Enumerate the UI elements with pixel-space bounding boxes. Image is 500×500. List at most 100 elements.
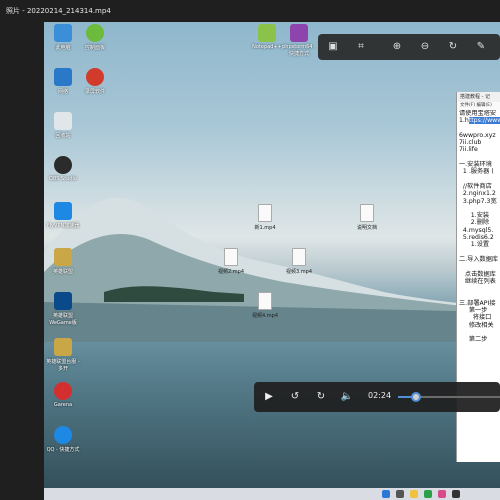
- desktop-icon-qq[interactable]: QQ - 快捷方式: [46, 426, 80, 453]
- play-icon[interactable]: ▶: [262, 390, 276, 404]
- crop-icon[interactable]: ⌗: [354, 40, 368, 54]
- vpn-icon: [54, 202, 72, 220]
- desktop-icon-lol[interactable]: 英雄联盟: [46, 248, 80, 275]
- file-label: 说明文档: [356, 225, 377, 231]
- file-video-1[interactable]: 新1.mp4: [248, 204, 282, 231]
- lol-tw-icon: [54, 338, 72, 356]
- desktop-icon-network[interactable]: 网络: [46, 68, 80, 95]
- file-label: 视频3.mp4: [286, 269, 312, 275]
- desktop-icon-label: phpstorm64 - 快捷方式: [282, 44, 316, 57]
- lol-icon: [54, 248, 72, 266]
- file-label: 新1.mp4: [254, 225, 276, 231]
- zoom-out-icon[interactable]: ⊖: [418, 40, 432, 54]
- window-title: 照片 - 20220214_214314.mp4: [0, 0, 500, 22]
- seek-bar[interactable]: [398, 392, 500, 402]
- desktop-icon-label: OBS Studio: [49, 176, 77, 182]
- notepad-line: [459, 249, 500, 256]
- document-icon: [292, 248, 306, 266]
- notepad-line: [459, 292, 500, 299]
- desktop-icon-label: Notepad++: [252, 44, 282, 50]
- document-icon: [258, 292, 272, 310]
- notepad-line: [459, 154, 500, 161]
- notepad-line-text: 1.h: [459, 117, 469, 125]
- control-panel-icon: [86, 24, 104, 42]
- rewind-icon[interactable]: ↺: [288, 390, 302, 404]
- notepad-plus-icon: [258, 24, 276, 42]
- notepad-line: 第二步: [459, 336, 488, 344]
- desktop-icon-phpstorm[interactable]: phpstorm64 - 快捷方式: [282, 24, 316, 57]
- media-player-window: 照片 - 20220214_214314.mp4 此电脑 控制面板 网络 录屏软…: [0, 0, 500, 500]
- notepad-line: 2.nginx1.2: [459, 190, 496, 198]
- desktop-icon-recycle-bin[interactable]: 回收站: [46, 112, 80, 139]
- document-icon: [360, 204, 374, 222]
- file-readme[interactable]: 说明文档: [350, 204, 384, 231]
- notepad-line: 1 .服务器 (: [459, 168, 494, 176]
- desktop-icon-label: 此电脑: [55, 45, 71, 51]
- desktop-icon-label: 网络: [57, 89, 68, 95]
- desktop-icon-notepad-plus[interactable]: Notepad++: [250, 24, 284, 50]
- file-video-4[interactable]: 视频4.mp4: [248, 292, 282, 319]
- desktop-icon-obs[interactable]: OBS Studio: [46, 156, 80, 182]
- photos-icon[interactable]: [438, 490, 446, 498]
- windows-start-icon[interactable]: [382, 490, 390, 498]
- file-video-3[interactable]: 视频3.mp4: [282, 248, 316, 275]
- lol-wegame-icon: [54, 292, 72, 310]
- file-video-2[interactable]: 视频2.mp4: [214, 248, 248, 275]
- notepad-line: 4.mysql5.: [459, 226, 494, 234]
- desktop-icon-record[interactable]: 录屏软件: [78, 68, 112, 95]
- obs-icon: [54, 156, 72, 174]
- selected-text: ttps://www: [468, 117, 500, 125]
- record-icon: [86, 68, 104, 86]
- zoom-in-icon[interactable]: ⊕: [390, 40, 404, 54]
- notepad-line: 二.导入数据库: [459, 255, 499, 263]
- video-frame[interactable]: 此电脑 控制面板 网络 录屏软件 回收站 OBS Studio FlyVPN加速…: [44, 22, 500, 500]
- desktop-icon-vpn[interactable]: FlyVPN加速器: [46, 202, 80, 229]
- garena-icon: [54, 382, 72, 400]
- notepad-line: 继续在列表: [459, 277, 496, 285]
- qq-icon: [54, 426, 72, 444]
- desktop-icon-control-panel[interactable]: 控制面板: [78, 24, 112, 51]
- explorer-icon[interactable]: [410, 490, 418, 498]
- network-icon: [54, 68, 72, 86]
- forward-icon[interactable]: ↻: [314, 390, 328, 404]
- desktop-icon-label: 回收站: [55, 133, 71, 139]
- computer-icon: [54, 24, 72, 42]
- notepad-line: 3.php7.3宽: [459, 197, 497, 205]
- browser-icon[interactable]: [424, 490, 432, 498]
- notepad-text[interactable]: 请使用宝塔安 1.https://www 6wwpro.xyz 7ii.club 7i…: [457, 110, 500, 344]
- notepad-line: 7ii.club: [459, 139, 482, 147]
- seek-handle[interactable]: [411, 392, 422, 402]
- notepad-line: [459, 125, 500, 132]
- file-label: 视频4.mp4: [252, 313, 278, 319]
- notepad-line: 6wwpro.xyz: [459, 131, 496, 139]
- terminal-icon[interactable]: [452, 490, 460, 498]
- notepad-line: //软件商店: [459, 182, 492, 190]
- edit-icon[interactable]: ✎: [474, 40, 488, 54]
- notepad-line: 将接口: [459, 314, 492, 322]
- desktop-icon-lol-tw[interactable]: 英雄联盟台服 - 多开: [46, 338, 80, 372]
- search-icon[interactable]: [396, 490, 404, 498]
- recycle-bin-icon: [54, 112, 72, 130]
- screenshot-icon[interactable]: ▣: [326, 40, 340, 54]
- desktop-icon-computer[interactable]: 此电脑: [46, 24, 80, 51]
- document-icon: [224, 248, 238, 266]
- file-label: 视频2.mp4: [218, 269, 244, 275]
- rotate-icon[interactable]: ↻: [446, 40, 460, 54]
- notepad-menu[interactable]: 文件(F) 编辑(E): [457, 102, 500, 110]
- notepad-line: [459, 285, 500, 292]
- desktop-icon-label: 录屏软件: [84, 89, 105, 95]
- notepad-title: 搭建教程 - 记: [457, 92, 500, 102]
- desktop-icon-label: 英雄联盟: [52, 269, 73, 275]
- notepad-line: 2.删除: [459, 219, 490, 227]
- notepad-line: 三.部署API接: [459, 299, 496, 307]
- timecode: 02:24: [368, 391, 392, 400]
- desktop-icon-lol-wegame[interactable]: 英雄联盟WeGame版: [46, 292, 80, 326]
- desktop-icon-label: Garena: [53, 402, 73, 408]
- desktop-icon-garena[interactable]: Garena: [46, 382, 80, 408]
- desktop-icon-label: 英雄联盟WeGame版: [49, 313, 77, 326]
- notepad-line: [459, 176, 500, 183]
- volume-icon[interactable]: 🔈: [340, 390, 354, 404]
- notepad-line: 修改相关: [459, 321, 494, 329]
- photo-toolbar: ▣ ⌗ ⊕ ⊖ ↻ ✎: [318, 34, 500, 60]
- notepad-line: 1.设置: [459, 241, 490, 249]
